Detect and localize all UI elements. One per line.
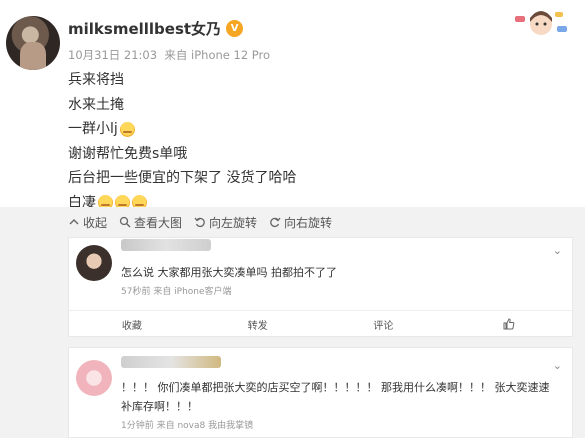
- comment-actions: 收藏 转发 评论: [69, 310, 572, 337]
- rotate-right-icon: [270, 217, 281, 228]
- comment-text: ！！！ 你们凑单都把张大奕的店买空了啊！！！！！ 那我用什么凑啊！！！ 张大奕速…: [121, 381, 550, 413]
- blurred-username: [121, 356, 221, 368]
- chevron-down-icon[interactable]: ⌄: [553, 359, 562, 372]
- post-line: 谢谢帮忙免费s单哦: [68, 145, 188, 162]
- comment-card: ⌄ ！！！ 你们凑单都把张大奕的店买空了啊！！！！！ 那我用什么凑啊！！！ 张大…: [68, 347, 573, 438]
- thumbs-up-icon: [503, 318, 515, 330]
- post-time: 10月31日 21:03: [68, 48, 158, 62]
- commenter-avatar[interactable]: [76, 245, 112, 281]
- post-line: 兵来将挡: [68, 72, 124, 88]
- post-content: 兵来将挡 水来土掩 一群小lj 谢谢帮忙免费s单哦 后台把一些便宜的下架了 没货…: [68, 68, 296, 215]
- comment-button[interactable]: 评论: [321, 311, 447, 337]
- chevron-down-icon[interactable]: ⌄: [553, 244, 562, 257]
- rotate-right-button[interactable]: 向右旋转: [269, 214, 332, 231]
- vip-badge-icon: V: [226, 20, 244, 37]
- post-meta: 10月31日 21:03 来自 iPhone 12 Pro: [68, 47, 270, 63]
- post-line: 一群小lj: [68, 117, 296, 142]
- collapse-icon: [69, 219, 79, 225]
- view-large-button[interactable]: 查看大图: [119, 214, 182, 231]
- username-row: milksmelllbest女乃 V: [68, 18, 244, 39]
- comment-text: 怎么说 大家都用张大奕凑单吗 拍都拍不了了: [121, 266, 337, 279]
- magnifier-icon: [119, 216, 131, 228]
- commenter-avatar[interactable]: [76, 360, 112, 396]
- rotate-left-button[interactable]: 向左旋转: [194, 214, 257, 231]
- like-button[interactable]: [446, 311, 572, 337]
- rotate-left-icon: [194, 217, 205, 228]
- post-source: 来自 iPhone 12 Pro: [164, 48, 271, 62]
- sticker-decoration-icon: [515, 11, 567, 35]
- comment-card: ⌄ 怎么说 大家都用张大奕凑单吗 拍都拍不了了 57秒前 来自 iPhone客户…: [68, 237, 573, 337]
- user-avatar[interactable]: [6, 16, 60, 70]
- image-toolbar: 收起 查看大图 向左旋转 向右旋转: [0, 207, 585, 237]
- repost-button[interactable]: 转发: [195, 311, 321, 337]
- comment-meta: 1分钟前 来自 nova8 我由我掌镜: [121, 421, 254, 431]
- comment-meta: 57秒前 来自 iPhone客户端: [121, 287, 232, 297]
- post-line: 后台把一些便宜的下架了 没货了哈哈: [68, 170, 297, 186]
- collapse-button[interactable]: 收起: [68, 214, 107, 231]
- collect-button[interactable]: 收藏: [69, 311, 195, 337]
- blurred-username: [121, 239, 211, 251]
- username[interactable]: milksmelllbest女乃: [68, 18, 221, 39]
- emoji-icon: [119, 121, 135, 137]
- post-line: 水来土掩: [68, 96, 124, 113]
